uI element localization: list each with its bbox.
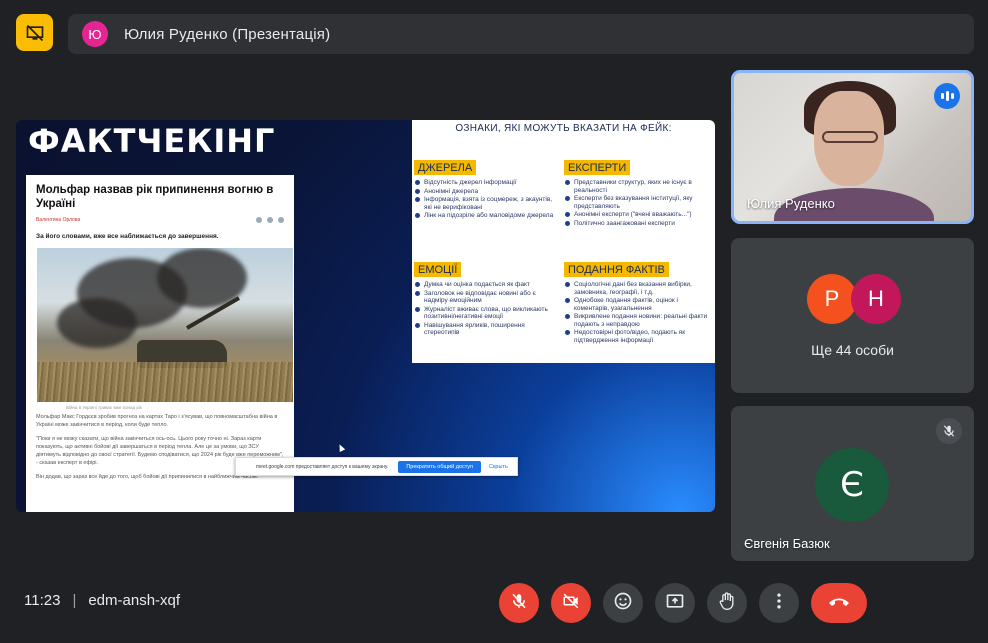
sign-item: Лінк на підозріле або маловідоме джерела [414, 212, 559, 220]
sign-item: Соціологічні дані без вказання вибірки, … [564, 281, 709, 296]
presentation-title: Юлия Руденко (Презентація) [124, 25, 331, 43]
sign-item: Анонімні джерела [414, 188, 559, 196]
present-icon [665, 591, 685, 616]
avatar: Р [807, 274, 857, 324]
participant-name: Юлия Руденко [747, 196, 835, 211]
sign-block-sources: ДЖЕРЕЛА Відсутність джерел інформації Ан… [414, 158, 559, 221]
sign-item: Заголовок не відповідає новині або є над… [414, 290, 559, 305]
emoji-icon [613, 591, 633, 616]
fake-signs-panel: ОЗНАКИ, ЯКІ МОЖУТЬ ВКАЗАТИ НА ФЕЙК: ДЖЕР… [412, 120, 715, 363]
leave-call-button[interactable] [811, 583, 867, 623]
article-photo [37, 248, 293, 402]
sign-item: Представники структур, яких не існує в р… [564, 179, 709, 194]
sign-block-experts: ЕКСПЕРТИ Представники структур, яких не … [564, 158, 709, 228]
presentation-banner: Ю Юлия Руденко (Презентація) [68, 14, 974, 54]
participant-tile-active-speaker[interactable]: Юлия Руденко [731, 70, 974, 224]
hang-up-icon [827, 594, 851, 613]
sign-item: Експерти без вказування інституції, яку … [564, 195, 709, 210]
reactions-button[interactable] [603, 583, 643, 623]
social-icons [256, 217, 284, 223]
sign-heading: ЕМОЦІЇ [414, 262, 462, 277]
sign-heading: ДЖЕРЕЛА [414, 160, 477, 175]
avatar: Є [815, 448, 889, 522]
screen-share-off-icon[interactable] [16, 14, 53, 51]
sign-item: Викривлене подання новини: реальні факти… [564, 313, 709, 328]
divider: | [72, 592, 77, 609]
others-count-label: Ще 44 особи [811, 342, 894, 358]
raise-hand-button[interactable] [707, 583, 747, 623]
mouse-cursor-icon [336, 443, 346, 452]
sign-heading: ЕКСПЕРТИ [564, 160, 631, 175]
sign-item: Однобоке подання фактів, оцінок і комент… [564, 297, 709, 312]
stop-sharing-button[interactable]: Прекратить общий доступ [398, 460, 482, 473]
speaking-indicator-icon [934, 83, 960, 109]
article-paragraph: Мольфар Макс Гордєєв зробив прогноз на к… [36, 414, 278, 428]
participant-tile-others[interactable]: Р Н Ще 44 особи [731, 238, 974, 393]
raise-hand-icon [717, 591, 737, 616]
mic-off-icon [510, 592, 528, 615]
sign-block-emotions: ЕМОЦІЇ Думка чи оцінка подається як факт… [414, 260, 559, 338]
participant-name: Євгенія Базюк [744, 536, 830, 551]
share-notice-text: meet.google.com предоставляет доступ к в… [256, 463, 389, 470]
article-headline: Мольфар назвав рік припинення вогню в Ук… [36, 184, 274, 210]
slide-title: ФАКТЧЕКІНГ [28, 122, 276, 160]
sign-item: Інформація, взята із соцмереж, з акаунті… [414, 196, 559, 211]
mic-toggle-button[interactable] [499, 583, 539, 623]
more-options-button[interactable] [759, 583, 799, 623]
sign-item: Думка чи оцінка подається як факт [414, 281, 559, 289]
mic-muted-icon [936, 418, 962, 444]
signs-title: ОЗНАКИ, ЯКІ МОЖУТЬ ВКАЗАТИ НА ФЕЙК: [455, 123, 672, 134]
sign-block-facts: ПОДАННЯ ФАКТІВ Соціологічні дані без вка… [564, 260, 709, 345]
twitter-icon [278, 217, 284, 223]
present-now-button[interactable] [655, 583, 695, 623]
meeting-code: edm-ansh-xqf [88, 592, 181, 609]
participant-tile[interactable]: Є Євгенія Базюк [731, 406, 974, 561]
camera-toggle-button[interactable] [551, 583, 591, 623]
sign-item: Анонімні експерти ("вчені вважають...") [564, 211, 709, 219]
avatar: Н [851, 274, 901, 324]
facebook-icon [267, 217, 273, 223]
sign-item: Навішування ярликів, поширення стереотип… [414, 322, 559, 337]
sign-item: Журналіст вживає слова, що викликають по… [414, 306, 559, 321]
sign-heading: ПОДАННЯ ФАКТІВ [564, 262, 669, 277]
camera-off-icon [562, 592, 580, 615]
hide-notice-button[interactable]: Скрыть [489, 464, 508, 470]
sign-item: Політично заангажовані експерти [564, 220, 709, 228]
presentation-screen: ФАКТЧЕКІНГ Мольфар назвав рік припинення… [16, 120, 715, 512]
article-lead: За його словами, вже все наближається до… [36, 233, 219, 240]
more-options-icon [769, 591, 789, 616]
share-icon [256, 217, 262, 223]
article-author: Валентина Орлова [36, 217, 81, 223]
clock: 11:23 [24, 592, 61, 609]
photo-caption: Війна в Україні триває вже понад рік [66, 405, 142, 410]
screen-share-notice: meet.google.com предоставляет доступ к в… [235, 457, 518, 476]
article-meta: Валентина Орлова [26, 211, 294, 229]
presenter-avatar: Ю [82, 21, 108, 47]
meeting-info: 11:23 | edm-ansh-xqf [24, 592, 180, 609]
sign-item: Відсутність джерел інформації [414, 179, 559, 187]
sign-item: Недостовірні фото/відео, подають як підт… [564, 329, 709, 344]
